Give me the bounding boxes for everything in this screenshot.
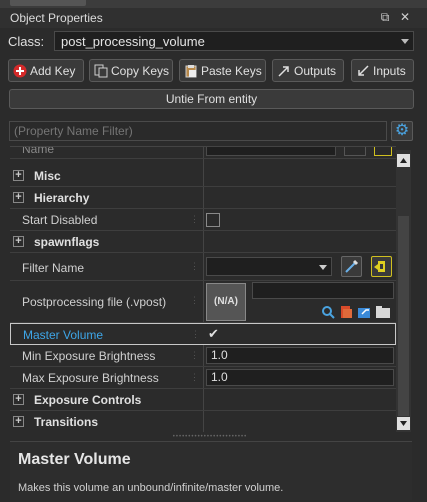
outputs-button[interactable]: Outputs bbox=[272, 59, 344, 82]
category-transitions[interactable]: + Transitions bbox=[10, 411, 396, 432]
panel-splitter[interactable]: •••••••••••••••••••••••• bbox=[10, 434, 410, 440]
class-select[interactable]: post_processing_volume bbox=[54, 31, 414, 51]
filter-name-select[interactable] bbox=[206, 257, 332, 276]
scroll-down-button[interactable] bbox=[397, 417, 410, 430]
panel-tab[interactable] bbox=[10, 0, 86, 6]
drag-handle-icon[interactable]: ⋮ bbox=[190, 295, 199, 306]
drag-handle-icon[interactable]: ⋮ bbox=[190, 261, 199, 272]
expand-icon[interactable]: + bbox=[13, 170, 24, 181]
drag-handle-icon[interactable]: ⋮ bbox=[190, 372, 199, 383]
expand-icon[interactable]: + bbox=[13, 416, 24, 427]
chevron-down-icon bbox=[319, 265, 327, 270]
help-panel: Master Volume Makes this volume an unbou… bbox=[10, 441, 412, 500]
category-label: Transitions bbox=[34, 415, 99, 429]
paste-keys-label: Paste Keys bbox=[201, 63, 262, 78]
paste-keys-button[interactable]: Paste Keys bbox=[179, 59, 266, 82]
scroll-up-button[interactable] bbox=[397, 154, 410, 167]
add-icon bbox=[13, 64, 27, 78]
help-description: Makes this volume an unbound/infinite/ma… bbox=[18, 482, 284, 494]
drag-handle-icon[interactable]: ⋮ bbox=[190, 214, 199, 225]
close-icon[interactable]: ✕ bbox=[397, 9, 413, 25]
search-icon[interactable] bbox=[321, 305, 335, 319]
drag-handle-icon[interactable]: ⋮ bbox=[191, 329, 200, 340]
asset-preview-thumbnail[interactable]: (N/A) bbox=[206, 283, 246, 321]
add-key-button[interactable]: Add Key bbox=[8, 59, 84, 82]
expand-icon[interactable]: + bbox=[13, 192, 24, 203]
outputs-label: Outputs bbox=[294, 63, 337, 78]
property-row-postprocessing-file[interactable]: Postprocessing file (.vpost) ⋮ (N/A) bbox=[10, 281, 396, 323]
outputs-arrow-icon bbox=[277, 64, 291, 78]
folder-icon[interactable] bbox=[375, 305, 391, 319]
inputs-arrow-icon bbox=[356, 64, 370, 78]
category-spawnflags[interactable]: + spawnflags bbox=[10, 231, 396, 253]
untie-from-entity-button[interactable]: Untie From entity bbox=[9, 89, 414, 109]
filter-pick-icon[interactable] bbox=[371, 256, 392, 277]
expand-icon[interactable]: + bbox=[13, 394, 24, 405]
category-label: Exposure Controls bbox=[34, 393, 142, 407]
property-label: Filter Name bbox=[22, 261, 85, 275]
property-label: Postprocessing file (.vpost) bbox=[22, 295, 167, 309]
category-misc[interactable]: + Misc bbox=[10, 165, 396, 187]
copy-keys-button[interactable]: Copy Keys bbox=[89, 59, 173, 82]
category-label: Misc bbox=[34, 169, 61, 183]
top-tab-strip bbox=[0, 0, 427, 8]
pick-entity-button[interactable] bbox=[344, 147, 366, 156]
inputs-label: Inputs bbox=[373, 63, 406, 78]
start-disabled-checkbox[interactable] bbox=[206, 213, 220, 227]
category-hierarchy[interactable]: + Hierarchy bbox=[10, 187, 396, 209]
paste-icon bbox=[184, 64, 198, 78]
property-row-max-exposure[interactable]: Max Exposure Brightness ⋮ 1.0 bbox=[10, 367, 396, 389]
inputs-button[interactable]: Inputs bbox=[351, 59, 414, 82]
property-row-min-exposure[interactable]: Min Exposure Brightness ⋮ 1.0 bbox=[10, 345, 396, 367]
chevron-down-icon bbox=[401, 39, 409, 44]
category-exposure-controls[interactable]: + Exposure Controls bbox=[10, 389, 396, 411]
add-key-label: Add Key bbox=[30, 63, 76, 78]
property-row-name[interactable]: Name bbox=[10, 146, 396, 159]
expand-icon[interactable]: + bbox=[13, 236, 24, 247]
help-title: Master Volume bbox=[18, 451, 131, 468]
float-window-icon[interactable]: ⧉ bbox=[377, 9, 393, 25]
min-exposure-input[interactable]: 1.0 bbox=[206, 347, 394, 364]
property-label: Master Volume bbox=[23, 328, 104, 342]
property-label: Start Disabled bbox=[22, 213, 98, 227]
property-name-filter-input[interactable] bbox=[9, 121, 387, 141]
entity-link-button[interactable] bbox=[374, 147, 392, 156]
copy-path-icon[interactable] bbox=[339, 305, 353, 319]
name-input[interactable] bbox=[206, 147, 336, 156]
class-value: post_processing_volume bbox=[61, 33, 205, 49]
category-label: Hierarchy bbox=[34, 191, 90, 205]
scrollbar-thumb[interactable] bbox=[398, 216, 409, 416]
vertical-scrollbar[interactable] bbox=[396, 150, 411, 432]
property-row-start-disabled[interactable]: Start Disabled ⋮ bbox=[10, 209, 396, 231]
property-label: Max Exposure Brightness bbox=[22, 371, 159, 385]
property-row-master-volume[interactable]: Master Volume ⋮ ✔ bbox=[10, 323, 396, 345]
property-grid: Name + Misc + Hierarchy Start Disabled ⋮… bbox=[10, 146, 396, 432]
gear-icon[interactable]: ⚙ bbox=[391, 121, 413, 141]
postprocessing-file-input[interactable] bbox=[252, 282, 394, 299]
eyedropper-icon[interactable] bbox=[341, 256, 362, 277]
property-label: Min Exposure Brightness bbox=[22, 349, 156, 363]
class-label: Class: bbox=[8, 33, 45, 49]
filter-row: ⚙ bbox=[9, 121, 414, 141]
class-row: Class: post_processing_volume bbox=[8, 31, 414, 51]
max-exposure-input[interactable]: 1.0 bbox=[206, 369, 394, 386]
property-row-filter-name[interactable]: Filter Name ⋮ bbox=[10, 253, 396, 281]
toolbar: Add Key Copy Keys Paste Keys Outputs Inp… bbox=[8, 59, 416, 83]
drag-handle-icon[interactable]: ⋮ bbox=[190, 350, 199, 361]
copy-keys-label: Copy Keys bbox=[111, 63, 170, 78]
window-title: Object Properties bbox=[10, 11, 103, 25]
open-asset-icon[interactable] bbox=[357, 305, 371, 319]
property-label: Name bbox=[22, 146, 55, 156]
checkmark-icon[interactable]: ✔ bbox=[208, 326, 219, 342]
copy-icon bbox=[94, 64, 108, 78]
category-label: spawnflags bbox=[34, 235, 100, 249]
title-bar: Object Properties ⧉ ✕ bbox=[0, 8, 427, 28]
